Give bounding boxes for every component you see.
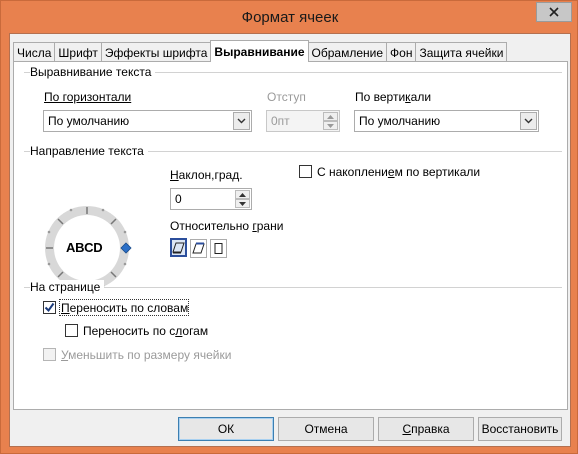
- hyphenation-label: Переносить по слогам: [83, 324, 209, 338]
- indent-label: Отступ: [267, 90, 306, 104]
- dialog-body: Числа Шрифт Эффекты шрифта Выравнивание …: [9, 33, 571, 447]
- reference-edge-inside-button[interactable]: [210, 239, 227, 258]
- checkmark-icon: [44, 302, 55, 313]
- close-icon: [549, 7, 559, 17]
- arrow-up-icon: [239, 192, 246, 197]
- tab-background[interactable]: Фон: [386, 42, 417, 62]
- horizontal-select[interactable]: По умолчанию: [43, 110, 252, 132]
- horizontal-value: По умолчанию: [48, 114, 130, 128]
- spin-up-button[interactable]: [323, 112, 338, 121]
- arrow-down-icon: [239, 201, 246, 206]
- tab-numbers[interactable]: Числа: [13, 42, 56, 62]
- alignment-panel: Выравнивание текста По горизонтали По ум…: [13, 61, 568, 410]
- on-page-heading: На странице: [30, 280, 105, 294]
- horizontal-label: По горизонтали: [44, 90, 132, 104]
- format-cells-dialog: Формат ячеек Числа Шрифт Эффекты шрифта …: [0, 0, 578, 454]
- hyphenation-checkbox[interactable]: [65, 324, 78, 337]
- angle-value: 0: [175, 192, 182, 206]
- shrink-to-fit-checkbox[interactable]: [43, 348, 56, 361]
- tab-cell-protection[interactable]: Защита ячейки: [415, 42, 508, 62]
- tab-borders[interactable]: Обрамление: [307, 42, 388, 62]
- dropdown-button[interactable]: [233, 112, 250, 130]
- spin-buttons[interactable]: [235, 190, 250, 208]
- stacked-vertically-label: С накоплением по вертикали: [317, 165, 481, 179]
- indent-spinbox[interactable]: 0пт: [266, 110, 340, 132]
- tab-bar: Числа Шрифт Эффекты шрифта Выравнивание …: [13, 40, 508, 62]
- parallelogram-bottom-icon: [172, 242, 185, 254]
- tab-font-effects[interactable]: Эффекты шрифта: [100, 42, 212, 62]
- wrap-words-checkbox[interactable]: [43, 301, 56, 314]
- vertical-select[interactable]: По умолчанию: [354, 110, 539, 132]
- tab-font[interactable]: Шрифт: [54, 42, 102, 62]
- close-button[interactable]: [536, 2, 572, 22]
- indent-value: 0пт: [271, 114, 290, 128]
- help-button[interactable]: Справка: [378, 417, 474, 441]
- arrow-up-icon: [327, 114, 334, 119]
- shrink-to-fit-label: Уменьшить по размеру ячейки: [61, 348, 232, 362]
- ok-button[interactable]: ОК: [178, 417, 274, 441]
- reference-edge-bottom-button[interactable]: [170, 238, 187, 257]
- chevron-down-icon: [237, 118, 246, 124]
- stacked-vertically-checkbox[interactable]: [299, 165, 312, 178]
- spin-buttons[interactable]: [323, 112, 338, 130]
- vertical-value: По умолчанию: [359, 114, 441, 128]
- spin-down-button[interactable]: [235, 199, 250, 208]
- spin-down-button[interactable]: [323, 121, 338, 130]
- text-alignment-heading: Выравнивание текста: [30, 65, 156, 79]
- text-direction-heading: Направление текста: [30, 144, 148, 158]
- spin-up-button[interactable]: [235, 190, 250, 199]
- angle-label: Наклон,град.: [170, 168, 243, 182]
- chevron-down-icon: [524, 118, 533, 124]
- reference-edge-top-button[interactable]: [190, 239, 207, 258]
- dropdown-button[interactable]: [520, 112, 537, 130]
- title-bar[interactable]: Формат ячеек: [1, 1, 578, 33]
- wrap-words-label: Переносить по словам: [61, 301, 189, 315]
- angle-spinbox[interactable]: 0: [170, 188, 252, 210]
- window-title: Формат ячеек: [241, 9, 339, 26]
- arrow-down-icon: [327, 123, 334, 128]
- parallelogram-top-icon: [192, 242, 205, 254]
- tab-alignment[interactable]: Выравнивание: [210, 40, 309, 62]
- vertical-label: По вертикали: [355, 90, 432, 104]
- reset-button[interactable]: Восстановить: [478, 417, 562, 441]
- rectangle-icon: [214, 243, 223, 254]
- separator: [24, 287, 562, 288]
- reference-edge-label: Относительно грани: [170, 219, 284, 233]
- cancel-button[interactable]: Отмена: [278, 417, 374, 441]
- dial-preview-text: ABCD: [66, 240, 103, 255]
